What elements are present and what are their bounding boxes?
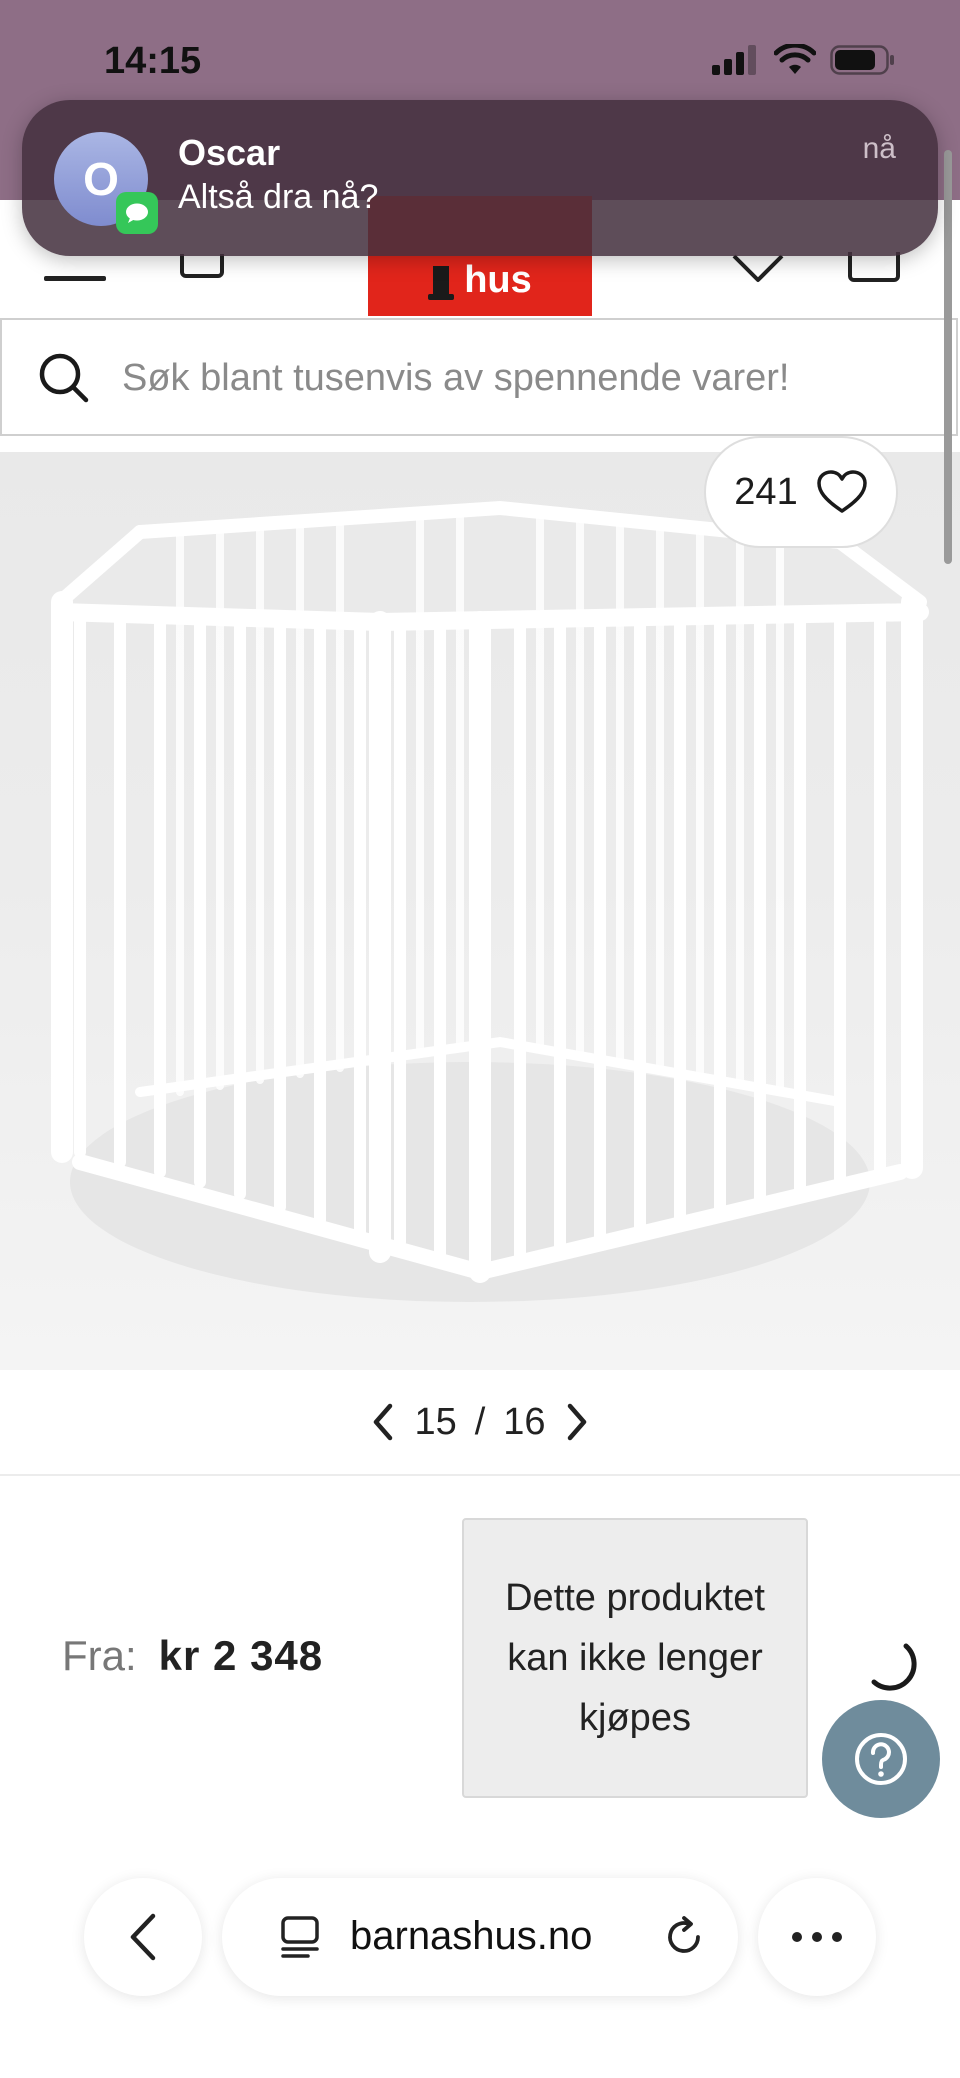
notification-message: Altså dra nå? — [178, 178, 379, 216]
unavailable-notice: Dette produktet kan ikke lenger kjøpes — [462, 1518, 808, 1798]
tab-overview-icon[interactable] — [280, 1915, 320, 1959]
chevron-left-icon — [130, 1913, 156, 1961]
browser-more-button[interactable] — [758, 1878, 876, 1996]
price-label: Fra: — [62, 1632, 137, 1679]
address-bar[interactable]: barnashus.no — [222, 1878, 738, 1996]
cellular-signal-icon — [712, 45, 756, 75]
reload-icon[interactable] — [662, 1915, 706, 1959]
notification-sender: Oscar — [178, 132, 281, 173]
previous-image-icon[interactable] — [370, 1402, 396, 1442]
more-dots-icon — [792, 1932, 842, 1942]
image-pager: 15 / 16 — [0, 1370, 960, 1476]
next-image-icon[interactable] — [564, 1402, 590, 1442]
battery-icon — [830, 45, 894, 75]
help-button[interactable] — [822, 1700, 940, 1818]
price-value: kr 2 348 — [158, 1632, 324, 1679]
page-scrollbar[interactable] — [944, 150, 952, 564]
message-notification[interactable]: O Oscar Altså dra nå? nå — [22, 100, 938, 256]
favorite-button[interactable]: 241 — [704, 436, 898, 548]
search-icon — [39, 353, 89, 403]
status-icons — [712, 44, 896, 76]
pager-current: 15 — [414, 1400, 457, 1443]
search-input[interactable] — [122, 350, 922, 406]
price-row: Fra: kr 2 348 — [62, 1632, 323, 1680]
playpen-illustration — [51, 500, 929, 1302]
wifi-icon — [774, 44, 816, 74]
browser-back-button[interactable] — [84, 1878, 202, 1996]
heart-icon — [816, 470, 867, 513]
search-bar[interactable] — [0, 318, 958, 436]
magic-hat-icon — [428, 266, 455, 300]
url-text: barnashus.no — [350, 1914, 593, 1958]
question-mark-icon — [855, 1733, 907, 1785]
status-time: 14:15 — [104, 40, 202, 82]
notification-time: nå — [862, 132, 896, 165]
pager-separator: / — [474, 1400, 486, 1443]
pager-total: 16 — [503, 1400, 546, 1443]
favorites-count: 241 — [734, 470, 798, 513]
messages-app-icon — [116, 192, 158, 234]
loading-spinner-icon — [871, 1643, 917, 1691]
logo-text: hus — [464, 259, 532, 301]
product-image[interactable] — [0, 452, 960, 1370]
